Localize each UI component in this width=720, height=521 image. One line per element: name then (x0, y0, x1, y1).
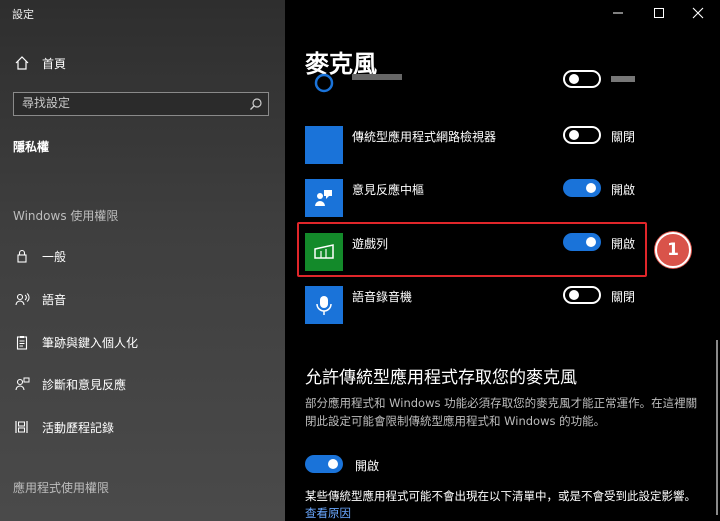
toggle-state-label: 關閉 (611, 130, 636, 144)
toggle-switch[interactable] (563, 70, 601, 88)
app-row-clipped (305, 70, 665, 108)
toggle-knob (569, 130, 579, 140)
legacy-apps-description: 部分應用程式和 Windows 功能必須存取您的麥克風才能正常運作。在這裡關閉此… (305, 396, 698, 428)
section-header-windows: Windows 使用權限 (13, 209, 119, 223)
feedback-hub-icon (305, 179, 343, 217)
legacy-apps-heading: 允許傳統型應用程式存取您的麥克風 (305, 368, 577, 388)
highlight-box (297, 222, 647, 277)
app-row-webview: 傳統型應用程式網路檢視器 關閉 (305, 126, 665, 164)
webview-app-icon (305, 126, 343, 164)
sidebar: 設定 首頁 隱私權 Windows 使用權限 一般 語音 筆跡與鍵入個人化 (0, 0, 285, 521)
app-name: 意見反應中樞 (352, 183, 425, 197)
app-row-feedback-hub: 意見反應中樞 開啟 (305, 179, 665, 217)
search-box[interactable] (13, 92, 269, 116)
sidebar-item-label: 筆跡與鍵入個人化 (42, 335, 139, 350)
sidebar-item-general[interactable]: 一般 (0, 238, 285, 274)
learn-why-link[interactable]: 查看原因 (305, 506, 351, 520)
webview-toggle[interactable] (563, 126, 601, 144)
sidebar-item-label: 診斷和意見反應 (42, 377, 127, 392)
toggle-state-label: 開啟 (355, 459, 380, 473)
search-icon[interactable] (249, 96, 263, 115)
voice-recorder-icon (305, 286, 343, 324)
sidebar-item-label: 活動歷程記錄 (42, 420, 115, 435)
sidebar-item-label: 一般 (42, 249, 67, 264)
legacy-apps-note: 某些傳統型應用程式可能不會出現在以下清單中，或是不會受到此設定影響。 查看原因 (305, 488, 705, 521)
feedback-icon (12, 377, 32, 391)
clipped-app-name (352, 74, 402, 80)
sidebar-item-inking[interactable]: 筆跡與鍵入個人化 (0, 324, 285, 360)
toggle-state-label: 關閉 (611, 290, 636, 304)
search-input[interactable] (22, 96, 242, 110)
legacy-apps-toggle[interactable] (305, 455, 343, 473)
sidebar-item-home[interactable]: 首頁 (0, 45, 285, 81)
feedback-hub-toggle[interactable] (563, 179, 601, 197)
toggle-state-label: 開啟 (611, 183, 636, 197)
sidebar-item-label: 首頁 (42, 56, 67, 71)
clipboard-icon (12, 335, 32, 350)
close-icon (692, 7, 704, 19)
sidebar-item-label: 語音 (42, 292, 67, 307)
maximize-icon (654, 8, 664, 18)
toggle-knob (569, 290, 579, 300)
toggle-knob (569, 74, 579, 84)
voice-recorder-toggle[interactable] (563, 286, 601, 304)
home-icon (12, 56, 32, 70)
note-text: 某些傳統型應用程式可能不會出現在以下清單中，或是不會受到此設定影響。 (305, 489, 696, 503)
toggle-knob (328, 459, 338, 469)
minimize-icon (613, 12, 623, 14)
clipped-state-label (611, 76, 635, 82)
sidebar-item-speech[interactable]: 語音 (0, 281, 285, 317)
sidebar-item-diagnostics[interactable]: 診斷和意見反應 (0, 366, 285, 402)
app-row-voice-recorder: 語音錄音機 關閉 (305, 286, 665, 324)
toggle-knob (586, 183, 596, 193)
step-badge: 1 (655, 232, 691, 268)
app-name: 傳統型應用程式網路檢視器 (352, 130, 497, 144)
minimize-button[interactable] (595, 0, 641, 26)
speech-icon (12, 292, 32, 306)
section-header-apps: 應用程式使用權限 (13, 481, 110, 495)
lock-icon (12, 249, 32, 263)
cortana-icon (305, 70, 343, 102)
sidebar-item-activity[interactable]: 活動歷程記錄 (0, 409, 285, 445)
app-name: 語音錄音機 (352, 290, 413, 304)
timeline-icon (12, 420, 32, 434)
scrollbar[interactable] (716, 340, 718, 515)
close-button[interactable] (675, 0, 720, 26)
window-title: 設定 (12, 8, 34, 21)
current-section-label: 隱私權 (13, 140, 50, 154)
